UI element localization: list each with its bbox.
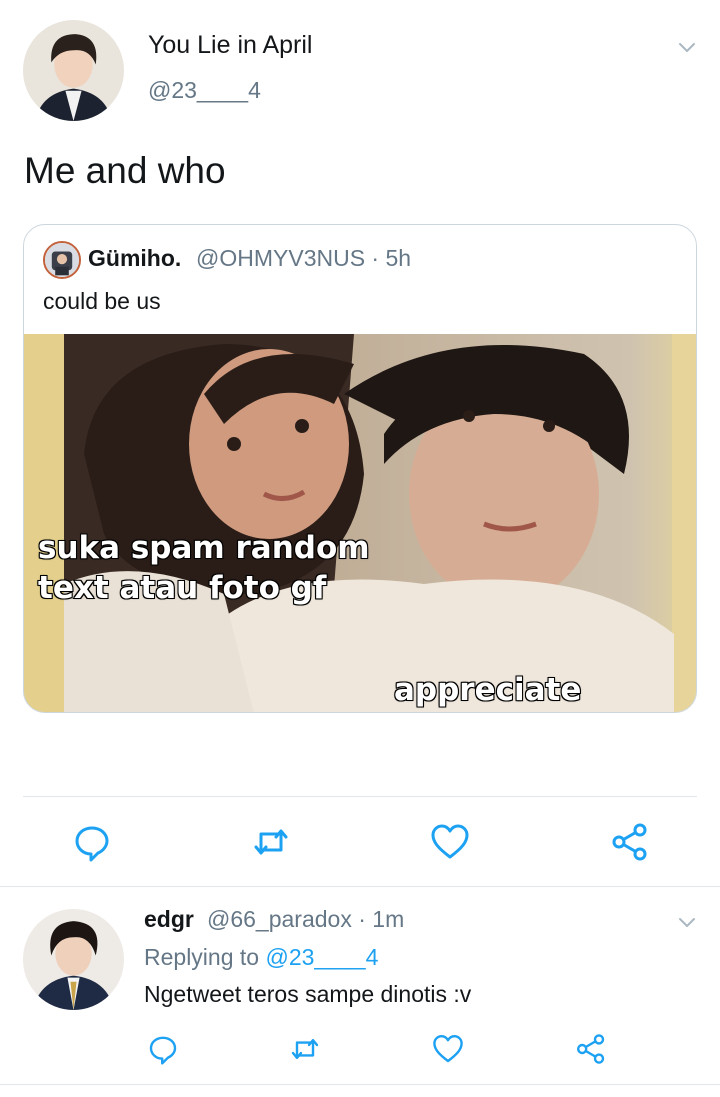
reply-tweet-text: Ngetweet teros sampe dinotis :v	[144, 981, 472, 1007]
reply-handle-time[interactable]: @66_paradox · 1m	[207, 906, 404, 933]
quoted-handle-time: @OHMYV3NUS · 5h	[196, 245, 412, 271]
divider	[23, 796, 697, 797]
reply-icon[interactable]	[72, 822, 112, 862]
heart-icon[interactable]	[432, 1033, 464, 1065]
divider	[0, 1084, 720, 1085]
replying-to-label: Replying to	[144, 944, 260, 970]
display-name[interactable]: You Lie in April	[148, 31, 312, 60]
meme-caption: suka spam random text atau foto gf	[37, 529, 371, 607]
reply-display-name[interactable]: edgr	[144, 906, 194, 933]
chevron-down-icon[interactable]	[676, 36, 698, 58]
tweet-text: Me and who	[24, 150, 226, 191]
avatar	[43, 241, 81, 279]
meme-caption: appreciate	[393, 671, 582, 709]
replying-to: Replying to @23____4	[144, 944, 378, 971]
quoted-tweet-text: could be us	[43, 288, 161, 314]
quoted-tweet-card[interactable]: Gümiho. @OHMYV3NUS · 5h could be us suka…	[23, 224, 697, 713]
retweet-icon[interactable]	[251, 822, 291, 862]
retweet-icon[interactable]	[289, 1033, 321, 1065]
heart-icon[interactable]	[430, 822, 470, 862]
avatar[interactable]	[23, 20, 124, 121]
quoted-display-name: Gümiho.	[88, 245, 182, 271]
share-icon[interactable]	[575, 1033, 607, 1065]
reply-icon[interactable]	[147, 1033, 179, 1065]
avatar[interactable]	[23, 909, 124, 1010]
quoted-tweet-photo[interactable]: suka spam random text atau foto gf appre…	[24, 334, 696, 712]
replying-to-handle-link[interactable]: @23____4	[265, 944, 378, 970]
share-icon[interactable]	[610, 822, 650, 862]
divider	[0, 886, 720, 887]
chevron-down-icon[interactable]	[676, 911, 698, 933]
handle[interactable]: @23____4	[148, 77, 261, 104]
